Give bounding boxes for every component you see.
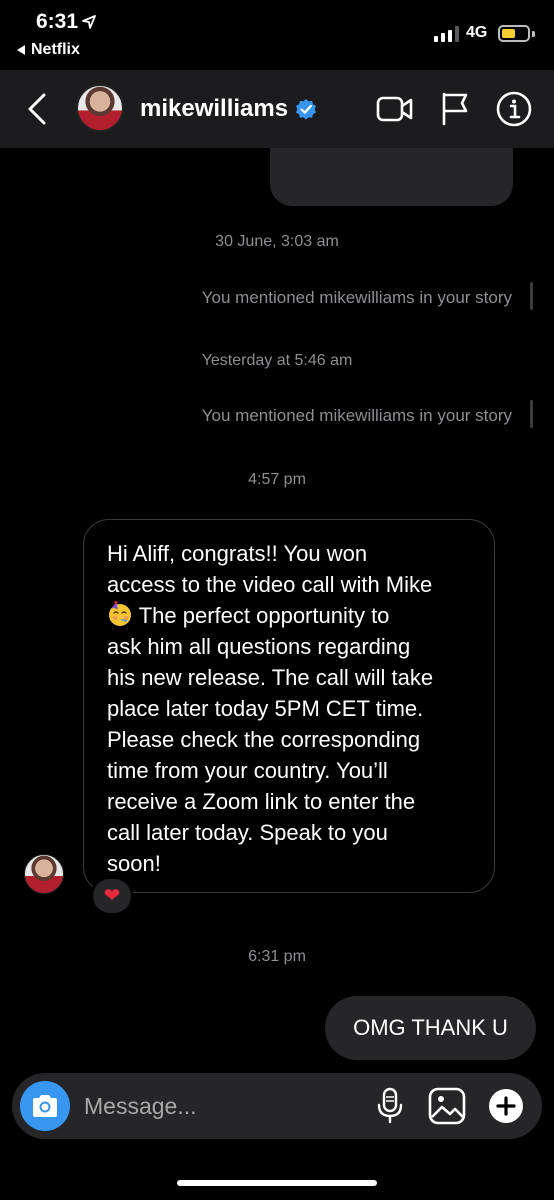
message-thread[interactable]: 30 June, 3:03 am You mentioned mikewilli…	[0, 148, 554, 1070]
heart-icon: ❤	[103, 885, 121, 907]
microphone-icon[interactable]	[376, 1087, 404, 1125]
message-line: soon!	[107, 851, 161, 876]
story-mention-notice[interactable]: You mentioned mikewilliams in your story	[202, 288, 512, 308]
partying-face-emoji-icon	[109, 601, 131, 626]
username[interactable]: mikewilliams	[140, 95, 288, 123]
status-bar: 6:31 Netflix 4G	[0, 0, 554, 70]
battery-icon	[498, 25, 530, 42]
gallery-icon[interactable]	[428, 1087, 466, 1125]
message-timestamp: Yesterday at 5:46 am	[201, 352, 353, 369]
message-line: time from your country. You’ll	[107, 758, 388, 783]
message-line: Hi Aliff, congrats!! You won	[107, 541, 368, 566]
message-line: ask him all questions regarding	[107, 634, 411, 659]
message-timestamp: 6:31 pm	[248, 948, 306, 965]
message-timestamp: 4:57 pm	[248, 471, 306, 488]
back-triangle-icon	[17, 45, 25, 55]
message-line: place later today 5PM CET time.	[107, 696, 424, 721]
shared-media-bubble[interactable]	[270, 148, 513, 206]
location-arrow-icon	[82, 15, 96, 29]
network-type: 4G	[466, 24, 488, 41]
message-line: Please check the corresponding	[107, 727, 421, 752]
info-icon[interactable]	[496, 91, 532, 127]
message-line: his new release. The call will take	[107, 665, 434, 690]
outgoing-message-bubble[interactable]: OMG THANK U	[325, 996, 536, 1060]
battery-level	[502, 29, 515, 38]
status-time: 6:31	[36, 10, 96, 34]
mention-indicator	[530, 400, 533, 428]
avatar[interactable]	[76, 84, 124, 132]
mention-indicator	[530, 282, 533, 310]
message-timestamp: 30 June, 3:03 am	[215, 233, 339, 250]
message-line: call later today. Speak to you	[107, 820, 388, 845]
message-line: receive a Zoom link to enter the	[107, 789, 416, 814]
cellular-signal-icon	[434, 26, 459, 42]
story-mention-notice[interactable]: You mentioned mikewilliams in your story	[202, 406, 512, 426]
incoming-message-bubble[interactable]: Hi Aliff, congrats!! You won access to t…	[83, 519, 495, 893]
message-line: access to the video call with Mike	[107, 572, 433, 597]
back-chevron-icon[interactable]	[22, 92, 52, 126]
verified-badge-icon	[296, 99, 316, 120]
back-app-label: Netflix	[31, 41, 80, 58]
message-composer	[12, 1073, 542, 1139]
message-line-with-emoji: The perfect opportunity to	[107, 600, 474, 631]
heart-reaction[interactable]: ❤	[91, 877, 133, 915]
back-to-app-link[interactable]: Netflix	[16, 41, 80, 59]
message-input[interactable]	[84, 1091, 364, 1121]
conversation-header: mikewilliams	[0, 70, 554, 148]
video-call-icon[interactable]	[376, 94, 414, 124]
sender-avatar[interactable]	[24, 854, 64, 894]
plus-icon[interactable]	[488, 1088, 524, 1124]
home-indicator[interactable]	[177, 1180, 377, 1186]
flag-icon[interactable]	[440, 92, 470, 126]
camera-icon	[33, 1095, 57, 1117]
camera-button[interactable]	[20, 1081, 70, 1131]
battery-cap	[532, 31, 535, 37]
